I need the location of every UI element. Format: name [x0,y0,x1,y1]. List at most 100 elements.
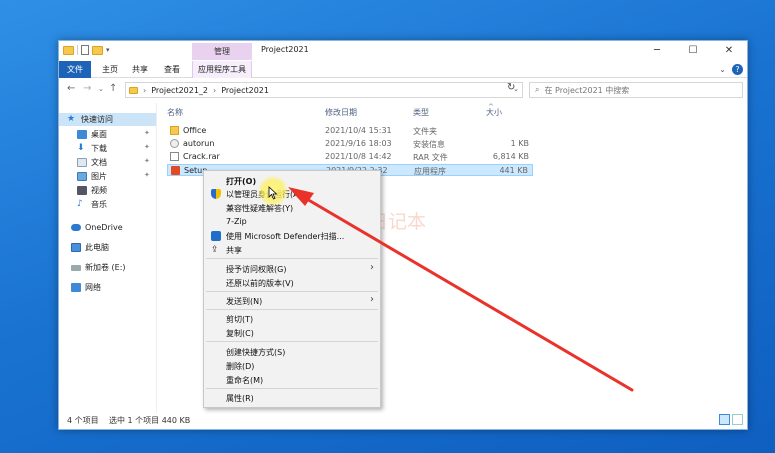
column-header-size[interactable]: 大小 [486,107,502,121]
file-size: 6,814 KB [492,152,529,161]
column-header-date[interactable]: 修改日期 [325,107,357,121]
menu-item-label: 7-Zip [226,217,247,226]
view-toggle [719,414,743,425]
menu-item-restore-versions[interactable]: 还原以前的版本(V) [204,276,380,289]
sidebar-item-label: 桌面 [91,130,107,139]
menu-item-properties[interactable]: 属性(R) [204,391,380,404]
tab-home[interactable]: 主页 [97,61,123,78]
breadcrumb-separator-icon: › [143,85,147,95]
music-icon: ♪ [77,199,83,209]
pin-icon: ✦ [144,171,150,179]
tab-application-tools[interactable]: 应用程序工具 [192,61,252,78]
menu-divider [206,291,378,292]
large-icons-view-icon[interactable] [732,414,743,425]
sidebar-item-label: 下载 [91,144,107,153]
sidebar-item-documents[interactable]: 文档 [59,156,107,169]
tab-view[interactable]: 查看 [159,61,185,78]
this-pc-icon [71,243,81,252]
sidebar-item-label: 新加卷 (E:) [85,263,126,272]
uac-shield-icon [211,189,221,199]
menu-item-compatibility[interactable]: 兼容性疑难解答(Y) [204,201,380,214]
setup-info-icon [170,139,179,148]
sidebar-item-label: 文档 [91,158,107,167]
title-bar: ▾ 管理 Project2021 ─ ☐ ✕ [59,41,747,61]
sidebar-item-network[interactable]: 网络 [59,281,101,294]
status-bar: 4 个项目 选中 1 个项目 440 KB [59,411,747,429]
close-button[interactable]: ✕ [711,41,747,61]
documents-icon [77,158,87,167]
address-bar[interactable]: › Project2021_2 › Project2021 ⌄ [125,82,523,98]
sidebar-item-label: 图片 [91,172,107,181]
file-row-autorun[interactable]: autorun 2021/9/16 18:03 安装信息 1 KB [167,138,533,150]
mouse-cursor-icon [268,186,278,200]
search-input[interactable]: ⌕ 在 Project2021 中搜索 [529,82,743,98]
menu-item-label: 打开(O) [226,177,257,186]
sidebar-item-pictures[interactable]: 图片 [59,170,107,183]
menu-item-label: 使用 Microsoft Defender扫描... [226,232,345,241]
menu-divider [206,258,378,259]
context-tab-header: 管理 [192,43,252,60]
sidebar-item-quick-access[interactable]: ★ 快速访问 [59,113,156,126]
desktop-icon [77,130,87,139]
menu-divider [206,341,378,342]
menu-item-label: 重命名(M) [226,376,264,385]
sidebar-item-drive-e[interactable]: 新加卷 (E:) [59,261,126,274]
column-header-type[interactable]: 类型 [413,107,429,121]
download-icon: ⬇ [77,143,85,153]
column-header-name[interactable]: 名称 [167,107,183,121]
help-icon[interactable]: ? [732,64,743,75]
sidebar-item-desktop[interactable]: 桌面 [59,128,107,141]
expand-ribbon-icon[interactable]: ⌄ [719,65,726,74]
file-row-office[interactable]: Office 2021/10/4 15:31 文件夹 [167,125,533,137]
back-arrow-icon[interactable]: ← [67,83,75,94]
sidebar-item-videos[interactable]: 视频 [59,184,107,197]
file-date: 2021/10/8 14:42 [325,152,392,161]
sidebar-item-onedrive[interactable]: OneDrive [59,221,123,234]
minimize-button[interactable]: ─ [639,41,675,61]
file-type: 文件夹 [413,127,437,136]
sidebar-item-this-pc[interactable]: 此电脑 [59,241,109,254]
sidebar-item-label: 音乐 [91,200,107,209]
recent-locations-icon[interactable]: ⌄ [98,85,104,93]
menu-divider [206,309,378,310]
ribbon-right-controls: ⌄ ? [719,64,743,75]
menu-item-run-as-admin[interactable]: 以管理员身份运行(A) [204,187,380,200]
window-title: Project2021 [261,45,309,54]
up-arrow-icon[interactable]: ↑ [109,83,117,94]
menu-item-rename[interactable]: 重命名(M) [204,373,380,386]
sidebar-item-label: 视频 [91,186,107,195]
sidebar-item-label: 网络 [85,283,101,292]
submenu-arrow-icon: › [370,262,374,273]
menu-item-7zip[interactable]: 7-Zip [204,215,380,228]
new-folder-icon[interactable] [92,45,103,55]
refresh-icon[interactable]: ↻ [507,82,515,93]
sidebar-item-music[interactable]: ♪ 音乐 [59,198,107,211]
tab-file[interactable]: 文件 [59,61,91,78]
videos-icon [77,186,87,195]
forward-arrow-icon[interactable]: → [83,83,91,94]
sidebar-item-label: OneDrive [85,223,123,232]
maximize-button[interactable]: ☐ [675,41,711,61]
file-row-crack-rar[interactable]: Crack.rar 2021/10/8 14:42 RAR 文件 6,814 K… [167,151,533,163]
menu-item-defender-scan[interactable]: 使用 Microsoft Defender扫描... [204,229,380,242]
menu-item-cut[interactable]: 剪切(T) [204,312,380,325]
menu-item-send-to[interactable]: 发送到(N) › [204,294,380,307]
details-view-icon[interactable] [719,414,730,425]
sidebar-item-label: 快速访问 [81,115,113,124]
menu-item-delete[interactable]: 删除(D) [204,359,380,372]
properties-icon[interactable] [81,45,89,55]
tab-share[interactable]: 共享 [127,61,153,78]
menu-item-give-access[interactable]: 授予访问权限(G) › [204,262,380,275]
folder-icon[interactable] [63,45,74,55]
sidebar-item-downloads[interactable]: ⬇ 下载 [59,142,107,155]
breadcrumb-project2021-2[interactable]: Project2021_2 [151,86,208,95]
file-type: 安装信息 [413,140,445,149]
menu-item-create-shortcut[interactable]: 创建快捷方式(S) [204,345,380,358]
menu-item-share[interactable]: ⇪ 共享 [204,243,380,256]
drive-icon [71,264,81,271]
menu-item-copy[interactable]: 复制(C) [204,326,380,339]
breadcrumb-project2021[interactable]: Project2021 [221,86,269,95]
file-name: autorun [183,139,215,148]
menu-item-open[interactable]: 打开(O) [204,174,380,187]
customize-toolbar-caret-icon[interactable]: ▾ [106,46,110,54]
